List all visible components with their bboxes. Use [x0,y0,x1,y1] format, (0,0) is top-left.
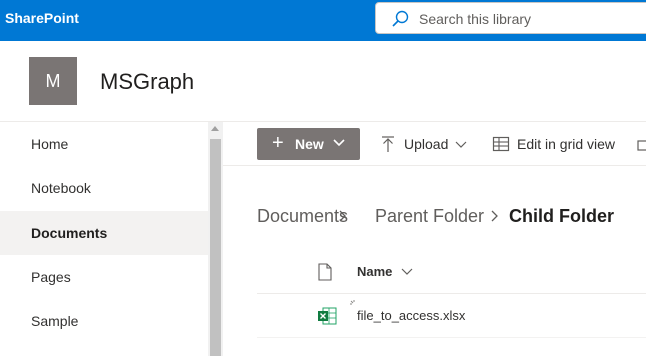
search-box[interactable]: Search this library [375,2,646,34]
grid-icon [492,136,510,152]
nav-scrollbar[interactable] [208,122,223,356]
nav-item-notebook[interactable]: Notebook [0,166,208,210]
excel-icon [318,307,337,325]
nav-item-pages[interactable]: Pages [0,255,208,299]
nav-item-sample[interactable]: Sample [0,299,208,343]
chevron-down-icon[interactable] [401,267,413,277]
upload-icon [382,136,394,152]
search-icon [392,10,409,27]
new-button-label: New [295,136,324,152]
chevron-right-icon [491,210,498,222]
search-input[interactable]: Search this library [419,11,531,27]
site-logo[interactable]: M [29,57,77,105]
scrollbar-thumb[interactable] [210,139,221,356]
table-row[interactable]: file_to_access.xlsx [257,294,646,338]
chevron-right-icon [339,210,346,222]
loading-icon [350,300,355,305]
nav-item-documents[interactable]: Documents [0,211,208,255]
scroll-up-arrow-icon[interactable] [211,126,219,131]
file-name-link[interactable]: file_to_access.xlsx [357,308,465,323]
upload-button[interactable]: Upload [404,136,448,152]
new-button[interactable]: + New [257,128,360,160]
app-brand-link[interactable]: SharePoint [5,10,79,26]
site-title[interactable]: MSGraph [100,69,194,95]
list-header: Name [257,252,646,294]
name-column-header[interactable]: Name [357,264,392,279]
site-header: M MSGraph [0,41,646,122]
breadcrumb-parent-folder[interactable]: Parent Folder [375,206,484,227]
plus-icon: + [272,132,284,154]
file-type-icon[interactable] [318,263,332,281]
nav-item-home[interactable]: Home [0,122,208,166]
share-icon[interactable] [636,135,646,153]
chevron-down-icon[interactable] [455,138,467,150]
breadcrumb-documents[interactable]: Documents [257,206,348,227]
breadcrumb-current-folder: Child Folder [509,206,614,226]
suite-bar: SharePoint Search this library [0,0,646,41]
chevron-down-icon [333,139,345,147]
command-bar: + New Upload Edit in grid view [223,122,646,166]
edit-grid-view-button[interactable]: Edit in grid view [517,136,615,152]
left-nav: Home Notebook Documents Pages Sample [0,122,208,356]
